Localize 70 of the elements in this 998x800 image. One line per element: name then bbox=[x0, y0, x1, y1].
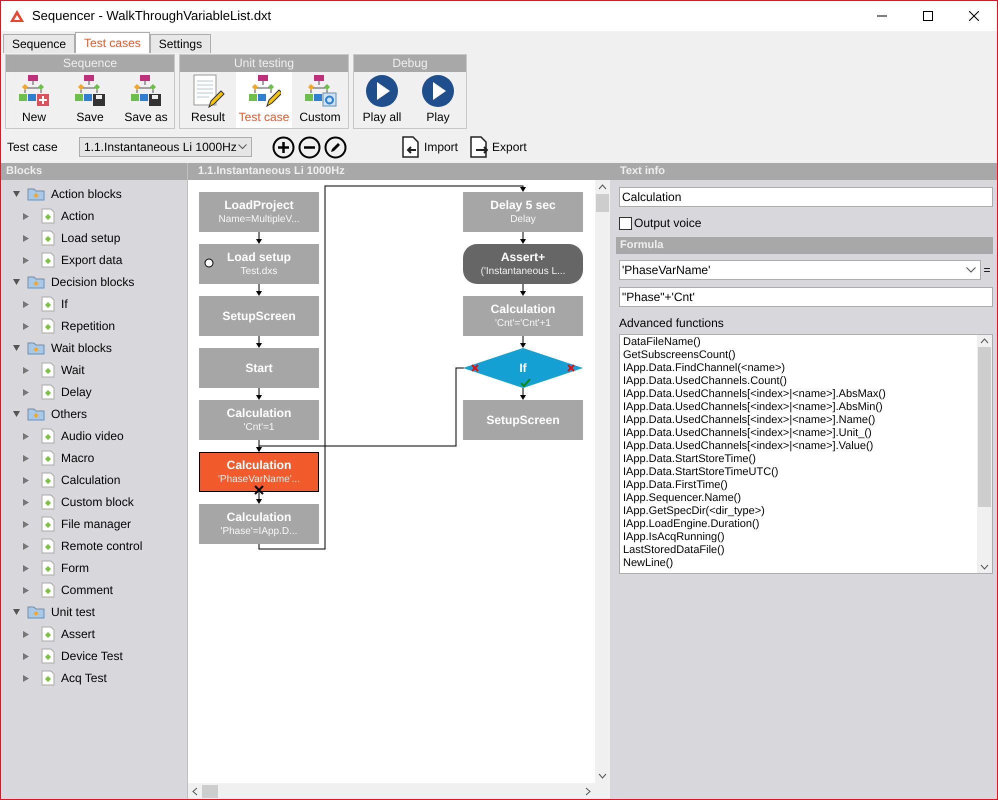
tree-group-label[interactable]: Wait blocks bbox=[51, 339, 112, 357]
function-item[interactable]: IApp.IsAcqRunning() bbox=[623, 531, 977, 544]
function-item[interactable]: IApp.LoadEngine.Duration() bbox=[623, 518, 977, 531]
ribbon-button[interactable]: Save as bbox=[118, 72, 174, 128]
tree-item-label[interactable]: Remote control bbox=[61, 537, 142, 555]
equals-sign: = bbox=[982, 262, 992, 279]
function-item[interactable]: IApp.Data.UsedChannels[<index>|<name>].Name() bbox=[623, 414, 977, 427]
function-item[interactable]: IApp.GetSpecDir(<dir_type>) bbox=[623, 505, 977, 518]
ribbon-group-title: Sequence bbox=[6, 55, 174, 72]
panel-header: Text info bbox=[610, 163, 997, 180]
function-item[interactable]: IApp.Data.UsedChannels[<index>|<name>].Unit_() bbox=[623, 427, 977, 440]
function-item[interactable]: NewLine() bbox=[623, 557, 977, 570]
terminal-block[interactable]: Assert+ ('Instantaneous L... bbox=[463, 244, 583, 284]
panel-header: Blocks bbox=[1, 163, 187, 180]
tree-item-label[interactable]: Form bbox=[61, 559, 89, 577]
tree-item-label[interactable]: Delay bbox=[61, 383, 92, 401]
export-button[interactable]: Export bbox=[470, 136, 527, 158]
function-item[interactable]: IApp.Data.UsedChannels.Count() bbox=[623, 375, 977, 388]
function-item[interactable]: GetSubscreensCount() bbox=[623, 349, 977, 362]
panel-header: Formula bbox=[616, 237, 993, 254]
tree-item-label[interactable]: Wait bbox=[61, 361, 85, 379]
function-item[interactable]: IApp.Data.StartStoreTime() bbox=[623, 453, 977, 466]
tree-item-label[interactable]: File manager bbox=[61, 515, 132, 533]
ribbon-button[interactable]: Result bbox=[180, 72, 236, 128]
function-item[interactable]: IApp.Data.UsedChannels[<index>|<name>].AbsMin() bbox=[623, 401, 977, 414]
tree-item-label[interactable]: If bbox=[61, 295, 68, 313]
tab[interactable]: Sequence bbox=[3, 34, 76, 53]
ribbon-button[interactable]: Custom bbox=[292, 72, 348, 128]
test-case-dropdown[interactable]: 1.1.Instantaneous Li 1000Hz bbox=[79, 137, 252, 157]
tree-item-label[interactable]: Repetition bbox=[61, 317, 116, 335]
function-item[interactable]: LastStoredDataFile() bbox=[623, 544, 977, 557]
tree-item-label[interactable]: Comment bbox=[61, 581, 114, 599]
section-label: Advanced functions bbox=[619, 315, 725, 332]
function-item[interactable]: DataFileName() bbox=[623, 336, 977, 349]
checkbox-label[interactable]: Output voice bbox=[634, 214, 702, 232]
tree-item-label[interactable]: Device Test bbox=[61, 647, 123, 665]
ribbon-group-title: Unit testing bbox=[180, 55, 348, 72]
function-item[interactable]: IApp.Data.FindChannel(<name>) bbox=[623, 362, 977, 375]
function-item[interactable]: IApp.Data.UsedChannels[<index>|<name>].Value() bbox=[623, 440, 977, 453]
ribbon-button[interactable]: Play all bbox=[354, 72, 410, 128]
function-item[interactable]: IApp.Data.StartStoreTimeUTC() bbox=[623, 466, 977, 479]
tree-item-label[interactable]: Export data bbox=[61, 251, 122, 269]
tree-item-label[interactable]: Load setup bbox=[61, 229, 120, 247]
tree-item-label[interactable]: Audio video bbox=[61, 427, 124, 445]
tree-group-label[interactable]: Unit test bbox=[51, 603, 96, 621]
variable-dropdown[interactable]: 'PhaseVarName' bbox=[619, 260, 981, 280]
ribbon-button[interactable]: Save bbox=[62, 72, 118, 128]
tree-group-label[interactable]: Others bbox=[51, 405, 88, 423]
ribbon-button[interactable]: New bbox=[6, 72, 62, 128]
ribbon-group-title: Debug bbox=[354, 55, 466, 72]
window-title: Sequencer - WalkThroughVariableList.dxt bbox=[32, 7, 272, 26]
tree-item-label[interactable]: Custom block bbox=[61, 493, 134, 511]
tab[interactable]: Settings bbox=[150, 34, 212, 53]
tree-item-label[interactable]: Acq Test bbox=[61, 669, 107, 687]
tree-item-label[interactable]: Action bbox=[61, 207, 94, 225]
import-button[interactable]: Import bbox=[402, 136, 458, 158]
function-item[interactable]: IApp.Data.FirstTime() bbox=[623, 479, 977, 492]
function-item[interactable]: IApp.Data.UsedChannels[<index>|<name>].AbsMax() bbox=[623, 388, 977, 401]
tree-item-label[interactable]: Macro bbox=[61, 449, 94, 467]
name-field[interactable]: Calculation bbox=[619, 187, 993, 207]
panel-header: 1.1.Instantaneous Li 1000Hz bbox=[188, 163, 610, 180]
decision-label: If bbox=[519, 360, 527, 377]
tree-item-label[interactable]: Assert bbox=[61, 625, 96, 643]
tree-group-label[interactable]: Decision blocks bbox=[51, 273, 134, 291]
test-case-label: Test case bbox=[7, 139, 59, 156]
tree-group-label[interactable]: Action blocks bbox=[51, 185, 122, 203]
expression-field[interactable]: "Phase"+'Cnt' bbox=[619, 287, 993, 307]
function-item[interactable]: IApp.Sequencer.Name() bbox=[623, 492, 977, 505]
tree-item-label[interactable]: Calculation bbox=[61, 471, 120, 489]
ribbon-button[interactable]: Play bbox=[410, 72, 466, 128]
